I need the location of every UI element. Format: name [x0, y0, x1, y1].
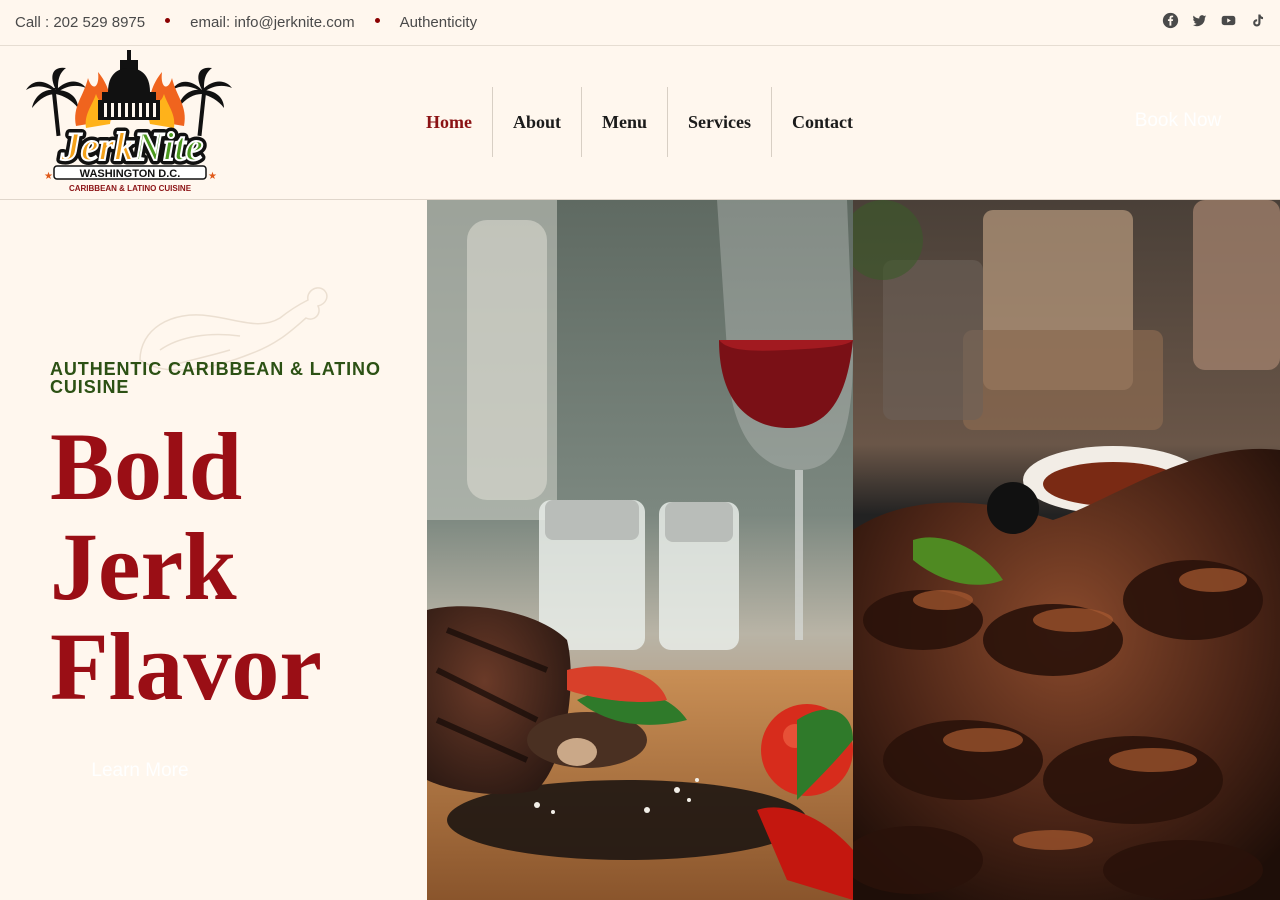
facebook-icon[interactable] — [1162, 12, 1179, 29]
site-header: JerkNite JerkNite WASHINGTON D.C. CARIBB… — [0, 46, 1280, 200]
capitol-dome-icon — [98, 50, 160, 120]
hero-text-panel: AUTHENTIC CARIBBEAN & LATINO CUISINE Bol… — [0, 200, 427, 900]
nav-item-home[interactable]: Home — [406, 87, 492, 157]
phone-text[interactable]: Call : 202 529 8975 — [15, 14, 145, 31]
nav-item-about[interactable]: About — [491, 87, 581, 157]
svg-text:CARIBBEAN & LATINO CUISINE: CARIBBEAN & LATINO CUISINE — [69, 184, 192, 193]
hero-subtitle: AUTHENTIC CARIBBEAN & LATINO CUISINE — [50, 359, 381, 397]
headline-line: Jerk — [50, 513, 237, 620]
main-nav: Home About Menu Services Contact — [406, 87, 873, 157]
hero-image-grilled-meat — [853, 200, 1280, 900]
youtube-icon[interactable] — [1220, 12, 1237, 29]
tiktok-icon[interactable] — [1249, 12, 1266, 29]
nav-item-contact[interactable]: Contact — [770, 87, 873, 157]
svg-text:JerkNite: JerkNite — [60, 124, 203, 169]
svg-text:★: ★ — [44, 171, 53, 182]
tagline-text: Authenticity — [399, 14, 478, 31]
social-links — [1162, 12, 1266, 29]
svg-text:WASHINGTON D.C.: WASHINGTON D.C. — [80, 168, 181, 180]
email-text[interactable]: email: info@jerknite.com — [190, 14, 354, 31]
separator-dot — [165, 18, 171, 23]
twitter-icon[interactable] — [1191, 12, 1208, 29]
headline-line: Bold — [50, 413, 243, 520]
headline-line: Flavor — [50, 613, 322, 720]
jerknite-logo[interactable]: JerkNite JerkNite WASHINGTON D.C. CARIBB… — [14, 48, 246, 198]
nav-item-menu[interactable]: Menu — [581, 87, 667, 157]
nav-item-services[interactable]: Services — [667, 87, 771, 157]
svg-text:★: ★ — [208, 171, 217, 182]
book-now-button[interactable]: Book Now — [1092, 96, 1264, 146]
learn-more-button[interactable]: Learn More — [60, 748, 220, 794]
hero-image-steak-wine — [427, 200, 853, 900]
top-bar: Call : 202 529 8975 email: info@jerknite… — [0, 0, 1280, 46]
separator-dot — [374, 18, 380, 23]
hero-headline: Bold Jerk Flavor — [50, 417, 410, 717]
logo-wordmark: JerkNite JerkNite — [55, 120, 207, 174]
